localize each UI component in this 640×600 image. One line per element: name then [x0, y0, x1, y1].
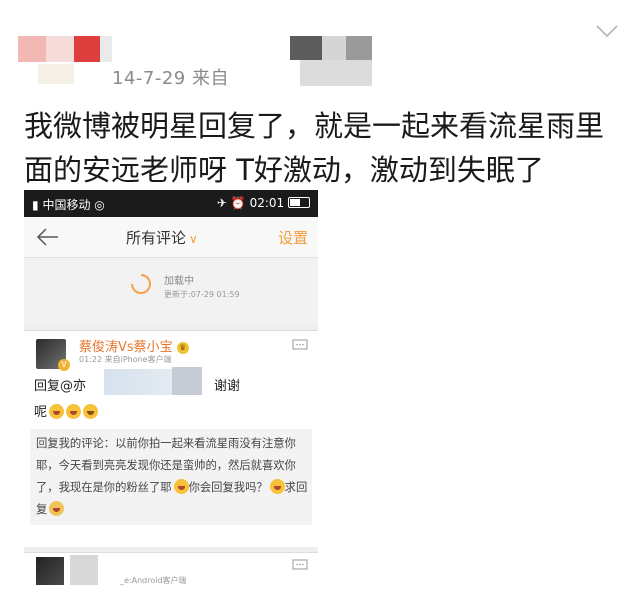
- comment-time-source: 01:22 来自iPhone客户端: [79, 355, 172, 364]
- chevron-down-icon[interactable]: [596, 24, 618, 38]
- reply-text: 回复@亦: [34, 379, 87, 394]
- wifi-icon: ◎: [94, 198, 105, 212]
- loading-title: 加载中: [164, 276, 194, 287]
- shy-emoji-icon: [173, 479, 189, 494]
- reply-thanks: 谢谢: [214, 379, 241, 394]
- back-arrow-icon[interactable]: [36, 227, 60, 247]
- laughing-emoji-icon: [49, 404, 65, 419]
- avatar[interactable]: [36, 557, 64, 585]
- poster-avatar-blur: [38, 64, 74, 84]
- loading-spinner-icon: [131, 274, 151, 294]
- loading-banner: 加载中 更新于:07-29 01:59: [24, 258, 318, 325]
- sad-emoji-icon: [49, 501, 65, 516]
- mute-icon: ✈: [216, 196, 227, 210]
- poster-avatar-blur: [18, 36, 46, 62]
- post-text: 我微博被明星回复了，就是一起来看流星雨里面的安远老师呀 T好激动，激动到失眠了: [24, 109, 605, 187]
- carrier-label: ▮ 中国移动 ◎: [32, 198, 105, 212]
- quoted-comment-text: 回复我的评论：以前你拍一起来看流星雨没有注意你耶，今天看到亮亮发现你还是蛮帅的，…: [36, 437, 308, 516]
- laughing-emoji-icon: [66, 404, 82, 419]
- post-meta: 14-7-29 来自: [112, 68, 229, 89]
- redacted-username: [70, 555, 98, 585]
- comment-reply-icon[interactable]: [292, 339, 308, 351]
- comment-item[interactable]: V 蔡俊涛Vs蔡小宝 ♛ 01:22 来自iPhone客户端 回复@亦 谢谢 呢 …: [24, 330, 318, 556]
- poster-avatar-blur: [100, 36, 112, 62]
- nav-bar: 所有评论 ∨ 设置: [24, 217, 318, 258]
- alarm-icon: ⏰: [230, 196, 246, 210]
- settings-button[interactable]: 设置: [278, 227, 308, 248]
- redacted-mention: [172, 367, 202, 395]
- nav-title-dropdown[interactable]: 所有评论 ∨: [126, 227, 198, 248]
- grin-emoji-icon: [269, 479, 285, 494]
- comment-reply-icon[interactable]: [292, 559, 308, 571]
- poster-name-blur: [322, 36, 346, 60]
- poster-avatar-blur: [74, 36, 100, 62]
- comment-time-source: _e:Android客户端: [120, 576, 187, 585]
- quoted-comment[interactable]: 回复我的评论：以前你拍一起来看流星雨没有注意你耶，今天看到亮亮发现你还是蛮帅的，…: [30, 429, 312, 525]
- loading-updated-time: 更新于:07-29 01:59: [164, 290, 240, 299]
- clock-time: 02:01: [249, 196, 285, 210]
- crying-laugh-emoji-icon: [83, 404, 99, 419]
- comment-item[interactable]: _e:Android客户端: [24, 552, 318, 590]
- reply-text-line2: 呢: [34, 401, 99, 420]
- battery-icon: [288, 197, 310, 208]
- chevron-down-icon: ∨: [189, 232, 198, 246]
- poster-name-blur: [290, 36, 322, 60]
- member-crown-icon: ♛: [176, 342, 189, 354]
- embedded-screenshot: ▮ 中国移动 ◎ ✈ ⏰ 02:01 所有评论 ∨ 设置 加载中 更新于:07-2…: [24, 190, 318, 590]
- poster-name-blur: [300, 60, 372, 86]
- poster-avatar-blur: [46, 36, 74, 62]
- poster-name-blur: [346, 36, 372, 60]
- status-right: ✈ ⏰ 02:01: [217, 196, 310, 210]
- verified-badge-icon: V: [58, 359, 70, 371]
- signal-icon: ▮: [32, 198, 39, 212]
- status-bar: ▮ 中国移动 ◎ ✈ ⏰ 02:01: [24, 190, 318, 217]
- comment-username[interactable]: 蔡俊涛Vs蔡小宝 ♛: [79, 336, 189, 355]
